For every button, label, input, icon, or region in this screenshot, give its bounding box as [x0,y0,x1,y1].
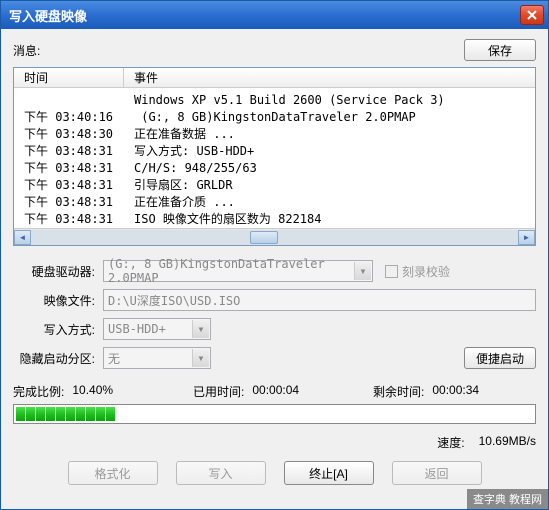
drive-label: 硬盘驱动器: [13,263,103,280]
log-body[interactable]: Windows XP v5.1 Build 2600 (Service Pack… [14,88,535,228]
log-event: ISO 映像文件的扇区数为 822184 [124,211,535,228]
log-row[interactable]: 下午 03:48:31C/H/S: 948/255/63 [14,160,535,177]
progress-segment [96,407,105,421]
image-file-field[interactable]: D:\U深度ISO\USD.ISO [103,289,536,311]
format-button: 格式化 [68,461,158,485]
remain-label: 剩余时间: [373,383,424,400]
done-value: 10.40% [72,383,132,400]
write-mode-value: USB-HDD+ [108,322,166,336]
verify-checkbox[interactable] [385,265,398,278]
progress-segment [46,407,55,421]
write-mode-select[interactable]: USB-HDD+ ▾ [103,318,211,340]
log-event: C/H/S: 948/255/63 [124,160,535,177]
progress-segment [56,407,65,421]
return-button: 返回 [392,461,482,485]
close-button[interactable] [520,5,544,25]
save-button[interactable]: 保存 [464,39,536,61]
convenience-boot-button[interactable]: 便捷启动 [464,347,536,369]
progress-segment [76,407,85,421]
scroll-right-button[interactable]: ► [518,230,535,245]
scroll-thumb[interactable] [250,231,278,244]
log-event: Windows XP v5.1 Build 2600 (Service Pack… [124,92,535,109]
log-event: 正在准备介质 ... [124,194,535,211]
titlebar[interactable]: 写入硬盘映像 [1,1,548,29]
h-scrollbar[interactable]: ◄ ► [14,228,535,245]
drive-select[interactable]: (G:, 8 GB)KingstonDataTraveler 2.0PMAP ▾ [103,260,373,282]
log-row[interactable]: 下午 03:48:31正在准备介质 ... [14,194,535,211]
log-event: (G:, 8 GB)KingstonDataTraveler 2.0PMAP [124,109,535,126]
progress-segment [36,407,45,421]
drive-select-value: (G:, 8 GB)KingstonDataTraveler 2.0PMAP [108,257,368,285]
log-event: 正在准备数据 ... [124,126,535,143]
progress-segment [16,407,25,421]
verify-label: 刻录校验 [402,263,450,280]
image-file-value: D:\U深度ISO\USD.ISO [108,292,240,309]
button-row: 格式化 写入 终止[A] 返回 [13,461,536,485]
speed-label: 速度: [437,434,464,451]
log-table: 时间 事件 Windows XP v5.1 Build 2600 (Servic… [13,67,536,246]
log-row[interactable]: 下午 03:48:31ISO 映像文件的扇区数为 822184 [14,211,535,228]
log-row[interactable]: 下午 03:48:31写入方式: USB-HDD+ [14,143,535,160]
stats-row: 完成比例: 10.40% 已用时间: 00:00:04 剩余时间: 00:00:… [13,383,536,400]
remain-value: 00:00:34 [432,383,492,400]
close-icon [527,10,537,20]
log-header-time[interactable]: 时间 [14,68,124,87]
message-label: 消息: [13,42,464,59]
progress-bar [13,404,536,424]
log-row[interactable]: 下午 03:40:16 (G:, 8 GB)KingstonDataTravel… [14,109,535,126]
chevron-down-icon: ▾ [192,320,209,338]
window-title: 写入硬盘映像 [9,6,520,25]
elapsed-label: 已用时间: [193,383,244,400]
hidden-part-select[interactable]: 无 ▾ [103,347,211,369]
scroll-left-button[interactable]: ◄ [14,230,31,245]
done-label: 完成比例: [13,383,64,400]
elapsed-value: 00:00:04 [252,383,312,400]
log-time: 下午 03:48:31 [14,177,124,194]
log-row[interactable]: 下午 03:48:30正在准备数据 ... [14,126,535,143]
image-label: 映像文件: [13,292,103,309]
abort-button[interactable]: 终止[A] [284,461,374,485]
speed-value: 10.69MB/s [479,434,536,451]
log-row[interactable]: Windows XP v5.1 Build 2600 (Service Pack… [14,92,535,109]
body: 消息: 保存 时间 事件 Windows XP v5.1 Build 2600 … [1,29,548,495]
progress-segment [26,407,35,421]
log-header-event[interactable]: 事件 [124,69,535,86]
chevron-down-icon: ▾ [354,262,371,280]
write-mode-label: 写入方式: [13,321,103,338]
log-header: 时间 事件 [14,68,535,88]
write-button: 写入 [176,461,266,485]
log-row[interactable]: 下午 03:48:31引导扇区: GRLDR [14,177,535,194]
watermark: 查字典 教程网 [467,489,548,509]
log-time: 下午 03:48:30 [14,126,124,143]
progress-segment [86,407,95,421]
log-time [14,92,124,109]
log-event: 写入方式: USB-HDD+ [124,143,535,160]
hidden-part-label: 隐藏启动分区: [13,350,103,367]
log-time: 下午 03:48:31 [14,160,124,177]
log-time: 下午 03:48:31 [14,211,124,228]
progress-segment [106,407,115,421]
progress-segment [66,407,75,421]
log-event: 引导扇区: GRLDR [124,177,535,194]
main-window: 写入硬盘映像 消息: 保存 时间 事件 Windows XP v5.1 Buil… [0,0,549,510]
log-time: 下午 03:40:16 [14,109,124,126]
scroll-track[interactable] [31,230,518,245]
log-time: 下午 03:48:31 [14,194,124,211]
log-time: 下午 03:48:31 [14,143,124,160]
hidden-part-value: 无 [108,350,120,367]
chevron-down-icon: ▾ [192,349,209,367]
